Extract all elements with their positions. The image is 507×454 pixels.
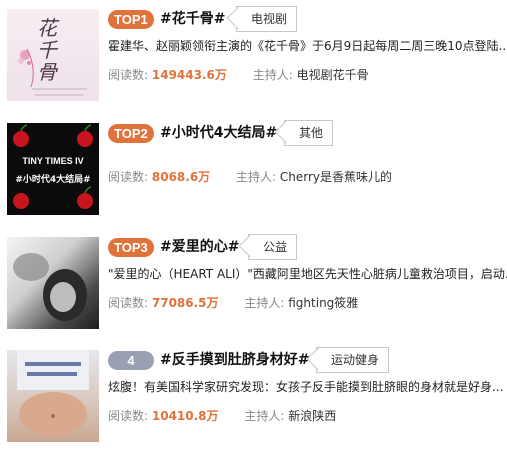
topic-thumbnail[interactable] xyxy=(7,350,99,442)
host-label: 主持人: xyxy=(244,409,285,423)
host-label: 主持人: xyxy=(244,296,285,310)
host-label: 主持人: xyxy=(252,68,293,82)
topic-meta: 阅读数: 149443.6万 主持人: 电视剧花千骨 xyxy=(108,66,369,84)
photo-child-icon xyxy=(13,253,87,321)
read-count: 8068.6万 xyxy=(151,170,211,184)
host-name[interactable]: 电视剧花千骨 xyxy=(297,68,369,82)
topic-description: 炫腹！有美国科学家研究发现：女孩子反手能摸到肚脐眼的身材就是好身... xyxy=(108,380,504,394)
category-tag[interactable]: 公益 xyxy=(248,234,298,260)
topic-thumbnail[interactable] xyxy=(7,237,99,329)
topic-title[interactable]: #花千骨# xyxy=(160,10,225,29)
topic-item-1[interactable]: 花千骨 TOP1 #花千骨# 电视剧 霍建华、赵丽颖领衔主演的《花千骨》于6月9… xyxy=(0,6,507,104)
thumbnail-text: 花千骨 xyxy=(37,16,57,84)
topic-description: 霍建华、赵丽颖领衔主演的《花千骨》于6月9日起每周二周三晚10点登陆... xyxy=(108,39,507,53)
host-label: 主持人: xyxy=(236,170,277,184)
category-tag[interactable]: 其他 xyxy=(284,120,334,146)
host-name[interactable]: Cherry是香蕉味儿的 xyxy=(280,170,392,184)
host-name[interactable]: fighting筱雅 xyxy=(288,296,358,310)
topic-meta: 阅读数: 8068.6万 主持人: Cherry是香蕉味儿的 xyxy=(108,168,392,186)
topic-item-4[interactable]: 4 #反手摸到肚脐身材好# 运动健身 炫腹！有美国科学家研究发现：女孩子反手能摸… xyxy=(0,347,507,445)
read-count: 77086.5万 xyxy=(151,296,219,310)
topic-meta: 阅读数: 77086.5万 主持人: fighting筱雅 xyxy=(108,294,358,312)
host-name[interactable]: 新浪陕西 xyxy=(288,409,336,423)
topic-title[interactable]: #小时代4大结局# xyxy=(160,124,277,143)
category-tag[interactable]: 电视剧 xyxy=(236,6,298,32)
topic-title[interactable]: #反手摸到肚脐身材好# xyxy=(160,351,309,370)
category-tag[interactable]: 运动健身 xyxy=(316,347,390,373)
topic-title[interactable]: #爱里的心# xyxy=(160,238,239,257)
read-count-label: 阅读数: xyxy=(108,68,149,82)
read-count-label: 阅读数: xyxy=(108,296,149,310)
rank-badge: TOP1 xyxy=(108,10,154,29)
rank-badge: TOP2 xyxy=(108,124,154,143)
thumbnail-text: TINY TIMES IV xyxy=(22,156,84,166)
read-count: 149443.6万 xyxy=(151,68,227,82)
topic-thumbnail[interactable]: TINY TIMES IV #小时代4大结局# xyxy=(7,123,99,215)
read-count-label: 阅读数: xyxy=(108,409,149,423)
topic-meta: 阅读数: 10410.8万 主持人: 新浪陕西 xyxy=(108,407,336,425)
rank-badge: 4 xyxy=(108,351,154,370)
topic-item-2[interactable]: TINY TIMES IV #小时代4大结局# TOP2 #小时代4大结局# 其… xyxy=(0,120,507,218)
topic-description: "爱里的心（HEART ALI）"西藏阿里地区先天性心脏病儿童救治项目，启动..… xyxy=(108,267,507,281)
photo-waist-icon xyxy=(17,350,89,436)
topic-thumbnail[interactable]: 花千骨 xyxy=(7,9,99,101)
read-count: 10410.8万 xyxy=(151,409,219,423)
topic-item-3[interactable]: TOP3 #爱里的心# 公益 "爱里的心（HEART ALI）"西藏阿里地区先天… xyxy=(0,234,507,332)
thumbnail-subtext: #小时代4大结局# xyxy=(15,175,91,185)
read-count-label: 阅读数: xyxy=(108,170,149,184)
apple-artwork-icon xyxy=(13,124,93,209)
rank-badge: TOP3 xyxy=(108,238,154,257)
